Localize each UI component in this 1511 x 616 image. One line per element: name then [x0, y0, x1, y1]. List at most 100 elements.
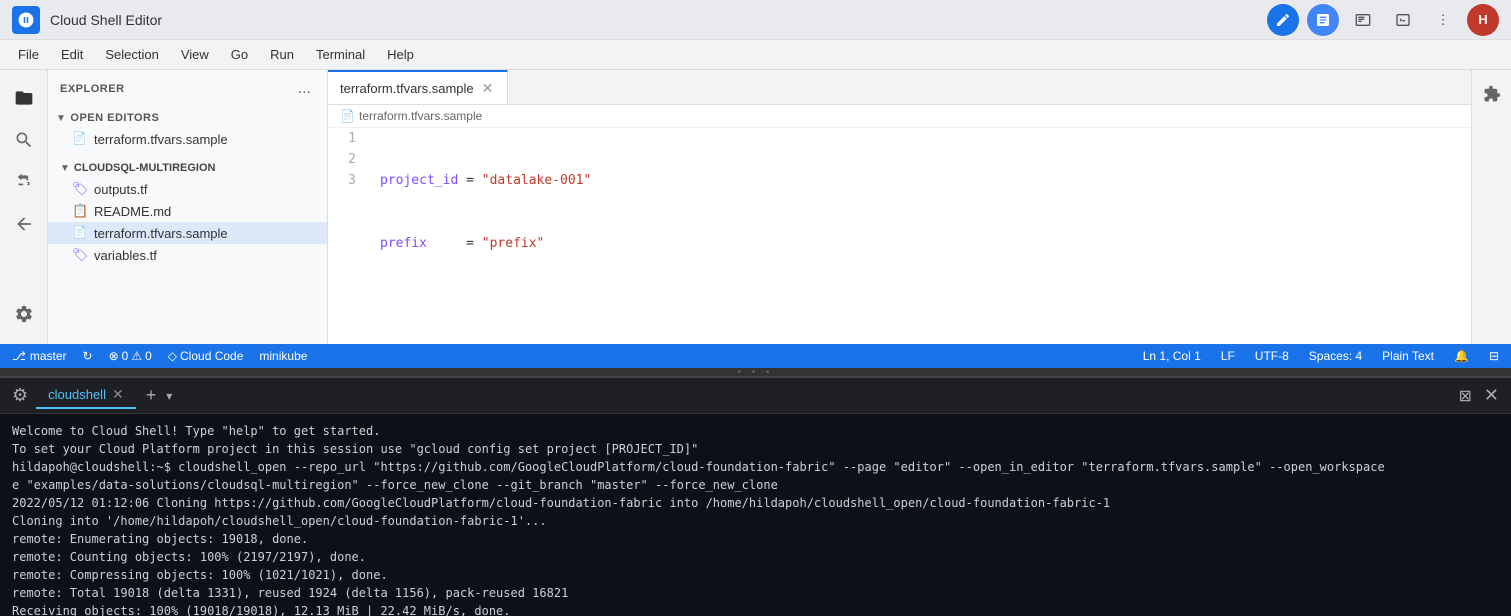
- sidebar-header: EXPLORER ...: [48, 70, 327, 108]
- status-encoding[interactable]: UTF-8: [1251, 349, 1293, 363]
- error-icon: ⊗: [109, 349, 119, 363]
- folder-item-3[interactable]: 🏷 variables.tf: [48, 244, 327, 266]
- tab-terraform-tfvars[interactable]: terraform.tfvars.sample ✕: [328, 70, 508, 105]
- status-errors[interactable]: ⊗ 0 ⚠ 0: [105, 349, 156, 363]
- terminal-tabs-bar: ⚙ cloudshell ✕ + ▾ ⊠ ✕: [0, 378, 1511, 414]
- folder-section: ▼ CLOUDSQL-MULTIREGION 🏷 outputs.tf 📋 RE…: [48, 158, 327, 266]
- error-count: 0: [122, 349, 129, 363]
- position-text: Ln 1, Col 1: [1143, 349, 1201, 363]
- terminal-dropdown-btn[interactable]: ▾: [166, 389, 172, 403]
- activity-search[interactable]: [4, 120, 44, 160]
- folder-item-name-1: README.md: [94, 204, 171, 219]
- menu-help[interactable]: Help: [377, 45, 424, 64]
- status-minikube[interactable]: minikube: [255, 349, 311, 363]
- breadcrumb: 📄 terraform.tfvars.sample: [328, 105, 1471, 128]
- branch-name: master: [30, 349, 67, 363]
- right-activity-bar: [1471, 70, 1511, 344]
- open-editors-section[interactable]: ▼ OPEN EDITORS: [48, 108, 327, 128]
- layout-icon: ⊟: [1489, 349, 1499, 363]
- folder-item-1[interactable]: 📋 README.md: [48, 200, 327, 222]
- terminal-line-7: remote: Counting objects: 100% (2197/219…: [12, 548, 1499, 566]
- activity-run-debug[interactable]: [4, 204, 44, 244]
- editor-pane: terraform.tfvars.sample ✕ 📄 terraform.tf…: [328, 70, 1471, 344]
- tab-close-btn[interactable]: ✕: [480, 80, 496, 97]
- cloud-code-label: Cloud Code: [180, 349, 243, 363]
- more-options-btn[interactable]: ⋮: [1427, 4, 1459, 36]
- status-layout[interactable]: ⊟: [1485, 349, 1503, 363]
- terminal-tab-cloudshell[interactable]: cloudshell ✕: [36, 382, 136, 409]
- code-lines[interactable]: project_id = "datalake-001" prefix = "pr…: [368, 128, 1471, 344]
- terminal-tab-close-btn[interactable]: ✕: [112, 386, 124, 403]
- menu-go[interactable]: Go: [221, 45, 258, 64]
- cloud-code-icon: ◇: [168, 349, 177, 363]
- status-sync[interactable]: ↻: [79, 349, 97, 363]
- panel-divider[interactable]: • • •: [0, 368, 1511, 376]
- terminal-add-btn[interactable]: +: [140, 383, 163, 408]
- activity-files[interactable]: [4, 78, 44, 118]
- terminal-area: ⚙ cloudshell ✕ + ▾ ⊠ ✕ Welcome to Cloud …: [0, 376, 1511, 616]
- status-cloud-code[interactable]: ◇ Cloud Code: [164, 349, 248, 363]
- terminal-line-2: hildapoh@cloudshell:~$ cloudshell_open -…: [12, 458, 1499, 476]
- monitor-btn[interactable]: [1347, 4, 1379, 36]
- status-left: ⎇ master ↻ ⊗ 0 ⚠ 0 ◇ Cloud Code minikube: [8, 349, 311, 363]
- status-branch[interactable]: ⎇ master: [8, 349, 71, 363]
- folder-item-2[interactable]: 📄 terraform.tfvars.sample: [48, 222, 327, 244]
- menu-view[interactable]: View: [171, 45, 219, 64]
- eol-text: LF: [1221, 349, 1235, 363]
- branch-icon: ⎇: [12, 349, 26, 363]
- edit-mode-btn[interactable]: [1267, 4, 1299, 36]
- menu-edit[interactable]: Edit: [51, 45, 93, 64]
- minikube-label: minikube: [259, 349, 307, 363]
- editor-main: EXPLORER ... ▼ OPEN EDITORS 📄 terraform.…: [0, 70, 1511, 344]
- menu-file[interactable]: File: [8, 45, 49, 64]
- menu-terminal[interactable]: Terminal: [306, 45, 375, 64]
- line-num-2: 2: [336, 149, 356, 170]
- activity-bar: [0, 70, 48, 344]
- activity-source-control[interactable]: [4, 162, 44, 202]
- line-num-1: 1: [336, 128, 356, 149]
- open-editor-item-0[interactable]: 📄 terraform.tfvars.sample: [48, 128, 327, 150]
- menu-selection[interactable]: Selection: [95, 45, 168, 64]
- activity-extensions[interactable]: [4, 294, 44, 334]
- folder-item-name-3: variables.tf: [94, 248, 157, 263]
- terminal-line-5: Cloning into '/home/hildapoh/cloudshell_…: [12, 512, 1499, 530]
- status-bell[interactable]: 🔔: [1450, 349, 1473, 363]
- status-bar: ⎇ master ↻ ⊗ 0 ⚠ 0 ◇ Cloud Code minikube: [0, 344, 1511, 368]
- sync-icon: ↻: [83, 349, 93, 363]
- terminal-panel-close-btn[interactable]: ✕: [1480, 381, 1503, 410]
- menu-run[interactable]: Run: [260, 45, 304, 64]
- sidebar-more-btn[interactable]: ...: [294, 78, 315, 100]
- terminal-actions: ⊠ ✕: [1455, 381, 1504, 410]
- status-eol[interactable]: LF: [1217, 349, 1239, 363]
- code-area[interactable]: 1 2 3 project_id = "datalake-001" prefix…: [328, 128, 1471, 344]
- right-extensions-icon[interactable]: [1476, 78, 1508, 110]
- avatar[interactable]: H: [1467, 4, 1499, 36]
- open-editor-name-0: terraform.tfvars.sample: [94, 132, 228, 147]
- terminal-settings-btn[interactable]: ⚙: [8, 381, 32, 410]
- code-line-2: prefix = "prefix": [380, 233, 1459, 254]
- status-position[interactable]: Ln 1, Col 1: [1139, 349, 1205, 363]
- terminal-btn[interactable]: [1387, 4, 1419, 36]
- tab-label: terraform.tfvars.sample: [340, 81, 474, 96]
- bell-icon: 🔔: [1454, 349, 1469, 363]
- status-language[interactable]: Plain Text: [1378, 349, 1438, 363]
- breadcrumb-file-icon: 📄: [340, 109, 355, 123]
- folder-item-0[interactable]: 🏷 outputs.tf: [48, 178, 327, 200]
- line-numbers: 1 2 3: [328, 128, 368, 344]
- sidebar: EXPLORER ... ▼ OPEN EDITORS 📄 terraform.…: [48, 70, 328, 344]
- folder-item-name-2: terraform.tfvars.sample: [94, 226, 228, 241]
- file-icon: 📄: [72, 131, 88, 147]
- encoding-text: UTF-8: [1255, 349, 1289, 363]
- terminal-kill-btn[interactable]: ⊠: [1455, 382, 1476, 410]
- tf-icon-3: 🏷: [72, 247, 88, 263]
- terminal-tab-label: cloudshell: [48, 387, 106, 402]
- sidebar-title: EXPLORER: [60, 83, 125, 95]
- code-line-3: [380, 296, 1459, 317]
- terminal-line-1: To set your Cloud Platform project in th…: [12, 440, 1499, 458]
- terminal-content[interactable]: Welcome to Cloud Shell! Type "help" to g…: [0, 414, 1511, 616]
- menubar: File Edit Selection View Go Run Terminal…: [0, 40, 1511, 70]
- status-spaces[interactable]: Spaces: 4: [1305, 349, 1366, 363]
- open-editors-label: OPEN EDITORS: [70, 112, 159, 124]
- preview-mode-btn[interactable]: [1307, 4, 1339, 36]
- folder-header[interactable]: ▼ CLOUDSQL-MULTIREGION: [48, 158, 327, 178]
